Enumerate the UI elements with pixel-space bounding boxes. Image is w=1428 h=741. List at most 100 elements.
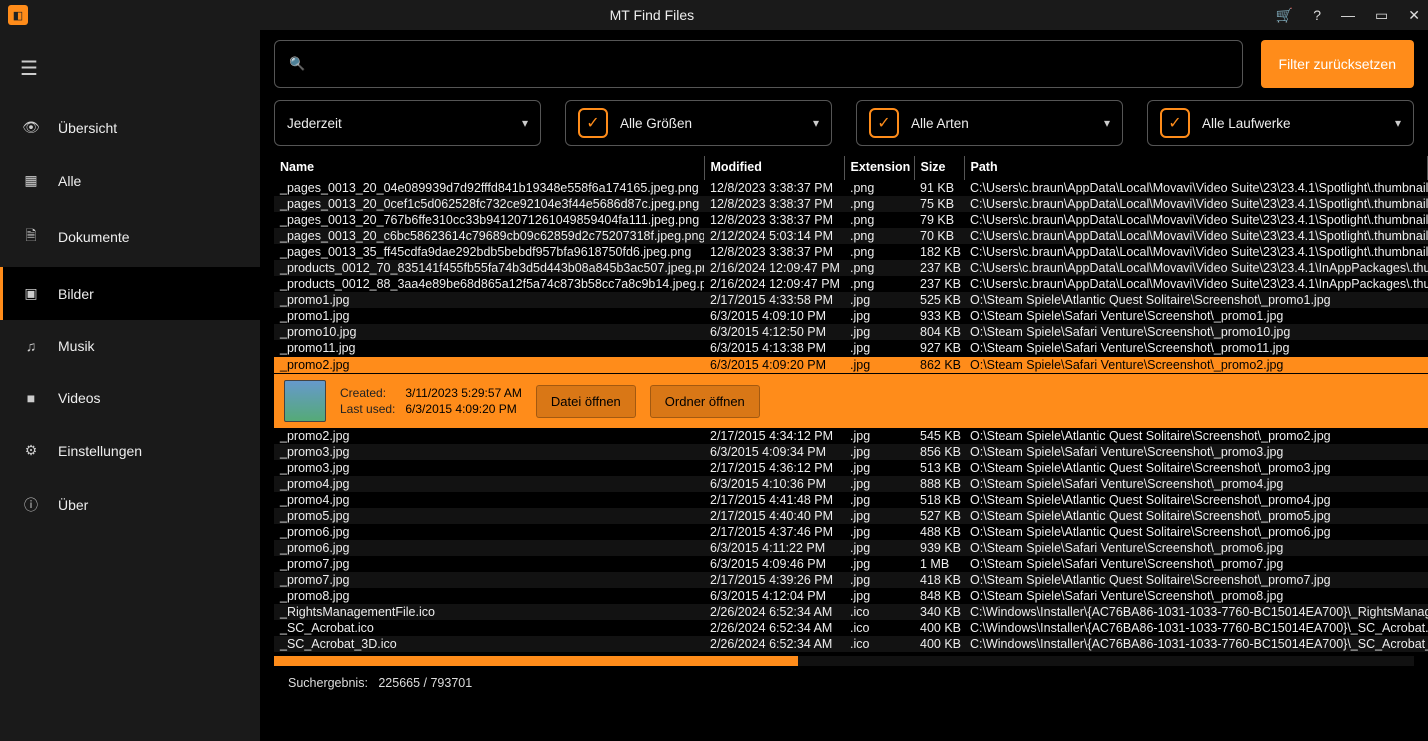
cell-size: 545 KB <box>914 428 964 444</box>
sidebar-item-label: Bilder <box>58 286 94 302</box>
minimize-icon[interactable]: — <box>1341 7 1355 23</box>
table-row[interactable]: _promo3.jpg2/17/2015 4:36:12 PM.jpg513 K… <box>274 460 1428 476</box>
grid-icon: ▦ <box>22 172 40 189</box>
cell-ext: .jpg <box>844 492 914 508</box>
status-value: 225665 / 793701 <box>378 676 472 690</box>
titlebar: ◧ MT Find Files 🛒 ? — ▭ ✕ <box>0 0 1428 30</box>
table-row[interactable]: _promo1.jpg2/17/2015 4:33:58 PM.jpg525 K… <box>274 292 1428 308</box>
table-row[interactable]: _promo2.jpg2/17/2015 4:34:12 PM.jpg545 K… <box>274 428 1428 444</box>
table-row[interactable]: _promo7.jpg6/3/2015 4:09:46 PM.jpg1 MBO:… <box>274 556 1428 572</box>
sidebar-item-dokumente[interactable]: 🗎Dokumente <box>0 207 260 267</box>
cell-ext: .jpg <box>844 292 914 308</box>
table-row[interactable]: _RightsManagementFile.ico2/26/2024 6:52:… <box>274 604 1428 620</box>
sidebar-item-musik[interactable]: ♫Musik <box>0 320 260 372</box>
cell-ext: .jpg <box>844 444 914 460</box>
cell-size: 418 KB <box>914 572 964 588</box>
col-name[interactable]: Name <box>274 156 704 180</box>
cell-size: 848 KB <box>914 588 964 604</box>
open-folder-button[interactable]: Ordner öffnen <box>650 385 760 418</box>
table-row[interactable]: _promo5.jpg2/17/2015 4:40:40 PM.jpg527 K… <box>274 508 1428 524</box>
table-row[interactable]: _promo6.jpg6/3/2015 4:11:22 PM.jpg939 KB… <box>274 540 1428 556</box>
search-input[interactable] <box>315 56 1227 72</box>
sidebar-item-übersicht[interactable]: 👁Übersicht <box>0 101 260 154</box>
cell-name: _promo6.jpg <box>274 540 704 556</box>
table-row[interactable]: _products_0012_70_835141f455fb55fa74b3d5… <box>274 260 1428 276</box>
cell-modified: 2/12/2024 5:03:14 PM <box>704 228 844 244</box>
cell-path: O:\Steam Spiele\Safari Venture\Screensho… <box>964 357 1428 374</box>
cell-name: _promo4.jpg <box>274 492 704 508</box>
reset-filter-button[interactable]: Filter zurücksetzen <box>1261 40 1414 88</box>
horizontal-scrollbar[interactable] <box>274 656 1414 666</box>
cell-ext: .jpg <box>844 588 914 604</box>
table-row[interactable]: _products_0012_88_3aa4e89be68d865a12f5a7… <box>274 276 1428 292</box>
table-row[interactable]: _SC_Acrobat.ico2/26/2024 6:52:34 AM.ico4… <box>274 620 1428 636</box>
cell-path: O:\Steam Spiele\Atlantic Quest Solitaire… <box>964 524 1428 540</box>
cell-path: O:\Steam Spiele\Atlantic Quest Solitaire… <box>964 460 1428 476</box>
cell-size: 182 KB <box>914 244 964 260</box>
cell-size: 237 KB <box>914 260 964 276</box>
cell-path: C:\Windows\Installer\{AC76BA86-1031-1033… <box>964 620 1428 636</box>
menu-toggle-icon[interactable]: ☰ <box>0 48 260 101</box>
table-row[interactable]: _promo8.jpg6/3/2015 4:12:04 PM.jpg848 KB… <box>274 588 1428 604</box>
table-row[interactable]: _promo1.jpg6/3/2015 4:09:10 PM.jpg933 KB… <box>274 308 1428 324</box>
cell-size: 488 KB <box>914 524 964 540</box>
search-icon: 🔍 <box>289 56 305 72</box>
table-row[interactable]: _SC_Acrobat_3D.ico2/26/2024 6:52:34 AM.i… <box>274 636 1428 652</box>
table-row[interactable]: _pages_0013_35_ff45cdfa9dae292bdb5bebdf9… <box>274 244 1428 260</box>
col-extension[interactable]: Extension <box>844 156 914 180</box>
cell-size: 400 KB <box>914 636 964 652</box>
filter-1[interactable]: ✓Alle Größen▾ <box>565 100 832 146</box>
cell-modified: 2/17/2015 4:33:58 PM <box>704 292 844 308</box>
search-box[interactable]: 🔍 <box>274 40 1243 88</box>
cell-size: 400 KB <box>914 620 964 636</box>
cell-path: C:\Users\c.braun\AppData\Local\Movavi\Vi… <box>964 260 1428 276</box>
table-row[interactable]: _pages_0013_20_767b6ffe310cc33b941207126… <box>274 212 1428 228</box>
table-row[interactable]: _promo7.jpg2/17/2015 4:39:26 PM.jpg418 K… <box>274 572 1428 588</box>
sidebar-item-über[interactable]: ⓘÜber <box>0 477 260 533</box>
open-file-button[interactable]: Datei öffnen <box>536 385 636 418</box>
cart-icon[interactable]: 🛒 <box>1276 7 1293 24</box>
table-row[interactable]: _promo10.jpg6/3/2015 4:12:50 PM.jpg804 K… <box>274 324 1428 340</box>
cell-name: _pages_0013_35_ff45cdfa9dae292bdb5bebdf9… <box>274 244 704 260</box>
filter-3[interactable]: ✓Alle Laufwerke▾ <box>1147 100 1414 146</box>
table-row[interactable]: _pages_0013_20_c6bc58623614c79689cb09c62… <box>274 228 1428 244</box>
table-row[interactable]: _promo11.jpg6/3/2015 4:13:38 PM.jpg927 K… <box>274 340 1428 357</box>
cell-ext: .png <box>844 260 914 276</box>
table-row[interactable]: _pages_0013_20_0cef1c5d062528fc732ce9210… <box>274 196 1428 212</box>
cell-modified: 12/8/2023 3:38:37 PM <box>704 180 844 196</box>
cell-modified: 6/3/2015 4:10:36 PM <box>704 476 844 492</box>
cell-size: 927 KB <box>914 340 964 357</box>
cell-modified: 12/8/2023 3:38:37 PM <box>704 244 844 260</box>
table-row[interactable]: _pages_0013_20_04e089939d7d92fffd841b193… <box>274 180 1428 196</box>
cell-size: 939 KB <box>914 540 964 556</box>
cell-modified: 2/17/2015 4:41:48 PM <box>704 492 844 508</box>
filter-0[interactable]: Jederzeit▾ <box>274 100 541 146</box>
sidebar-item-einstellungen[interactable]: ⚙Einstellungen <box>0 424 260 477</box>
scrollbar-thumb[interactable] <box>274 656 798 666</box>
sidebar-item-alle[interactable]: ▦ Alle <box>0 154 260 207</box>
cell-name: _promo10.jpg <box>274 324 704 340</box>
sidebar-item-bilder[interactable]: ▣Bilder <box>0 267 260 320</box>
video-icon: ■ <box>22 390 40 406</box>
help-icon[interactable]: ? <box>1313 7 1321 23</box>
maximize-icon[interactable]: ▭ <box>1375 7 1388 24</box>
filter-2[interactable]: ✓Alle Arten▾ <box>856 100 1123 146</box>
cell-name: _pages_0013_20_767b6ffe310cc33b941207126… <box>274 212 704 228</box>
music-icon: ♫ <box>22 338 40 354</box>
table-row[interactable]: _promo6.jpg2/17/2015 4:37:46 PM.jpg488 K… <box>274 524 1428 540</box>
table-row[interactable]: _promo4.jpg6/3/2015 4:10:36 PM.jpg888 KB… <box>274 476 1428 492</box>
col-modified[interactable]: Modified <box>704 156 844 180</box>
col-path[interactable]: Path <box>964 156 1428 180</box>
close-icon[interactable]: ✕ <box>1408 7 1420 24</box>
sidebar-item-label: Alle <box>58 173 81 189</box>
cell-modified: 2/17/2015 4:34:12 PM <box>704 428 844 444</box>
sidebar-item-videos[interactable]: ■Videos <box>0 372 260 424</box>
cell-name: _products_0012_70_835141f455fb55fa74b3d5… <box>274 260 704 276</box>
col-size[interactable]: Size <box>914 156 964 180</box>
cell-ext: .jpg <box>844 508 914 524</box>
chevron-down-icon: ▾ <box>1104 116 1110 130</box>
table-row[interactable]: _promo4.jpg2/17/2015 4:41:48 PM.jpg518 K… <box>274 492 1428 508</box>
table-row[interactable]: _promo3.jpg6/3/2015 4:09:34 PM.jpg856 KB… <box>274 444 1428 460</box>
table-row[interactable]: _promo2.jpg6/3/2015 4:09:20 PM.jpg862 KB… <box>274 357 1428 374</box>
cell-modified: 6/3/2015 4:13:38 PM <box>704 340 844 357</box>
